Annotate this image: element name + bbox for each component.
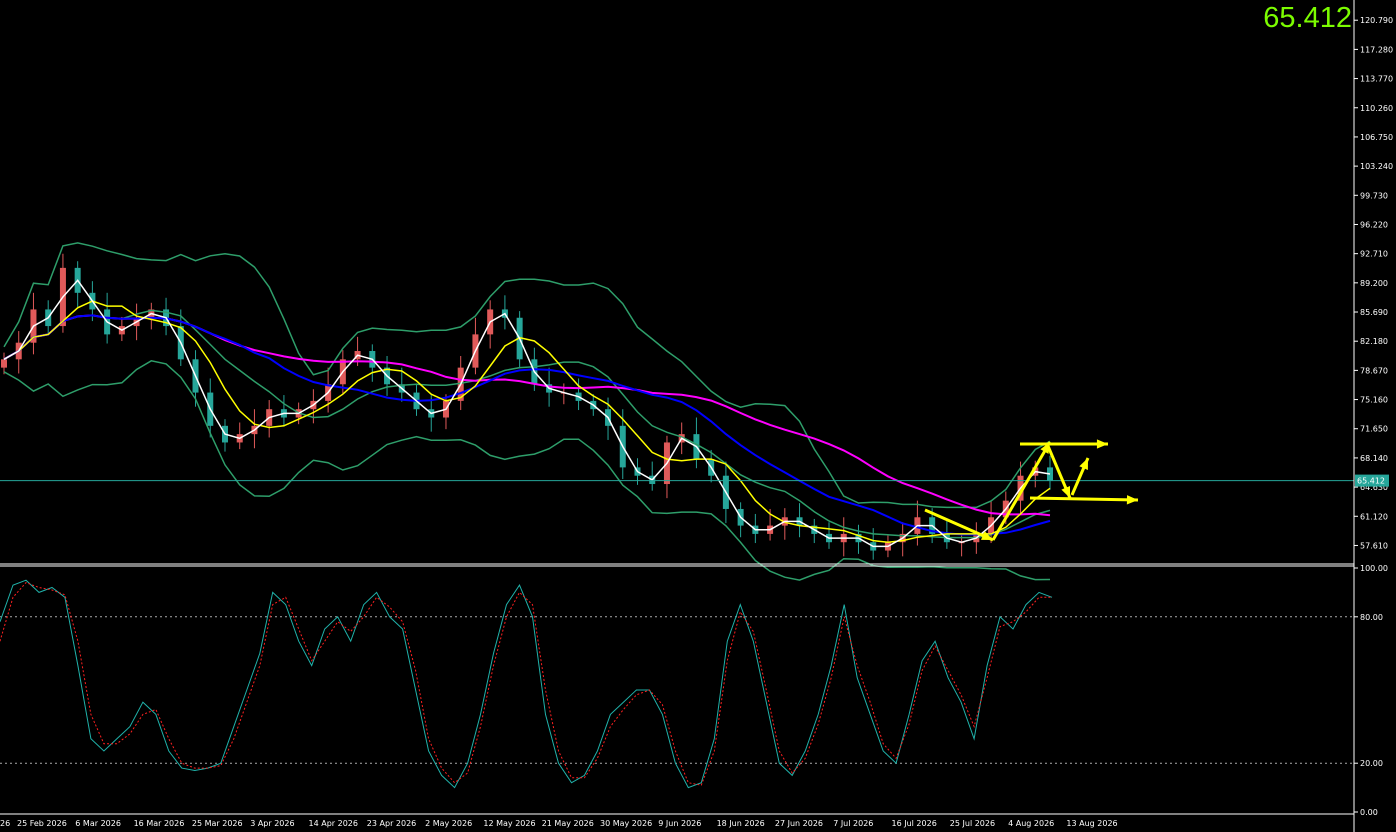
price-tick-label: 92.710 [1360, 250, 1388, 259]
stochastic-main [0, 579, 1053, 789]
date-label: 25 Jul 2026 [950, 819, 995, 828]
date-label: 23 Apr 2026 [367, 819, 416, 828]
bollinger-upper [3, 242, 1051, 509]
ma-blue [3, 314, 1051, 536]
price-tick-label: 71.650 [1360, 425, 1388, 434]
price-tag: 65.412 [1357, 477, 1385, 486]
current-price-display: 65.412 [1263, 2, 1352, 34]
arrow-upper-horizontal-head [1096, 439, 1108, 449]
date-label: 21 May 2026 [542, 819, 594, 828]
price-tick-label: 113.770 [1360, 75, 1393, 84]
date-label: 7 Jul 2026 [833, 819, 873, 828]
price-tick-label: 61.120 [1360, 512, 1388, 521]
price-tick-label: 120.790 [1360, 16, 1393, 25]
bollinger-lower [3, 360, 1051, 581]
date-label: 13 Aug 2026 [1066, 819, 1117, 828]
arrow-lower-horizontal-head [1126, 495, 1138, 505]
price-tick-label: 82.180 [1360, 337, 1388, 346]
date-label: 26 [0, 819, 10, 828]
ma-white [3, 279, 1051, 548]
date-label: 12 May 2026 [483, 819, 535, 828]
oscillator-panel [0, 579, 1354, 789]
price-tick-label: 75.160 [1360, 396, 1388, 405]
price-tick-label: 89.200 [1360, 279, 1388, 288]
price-tick-label: 103.240 [1360, 162, 1393, 171]
stochastic-signal [0, 582, 1052, 786]
price-panel [0, 242, 1354, 581]
price-tick-label: 117.280 [1360, 45, 1393, 54]
price-tick-label: 57.610 [1360, 541, 1388, 550]
osc-tick-label: 100.00 [1360, 564, 1388, 573]
date-label: 25 Mar 2026 [192, 819, 243, 828]
osc-tick-label: 20.00 [1360, 759, 1383, 768]
price-tick-label: 78.670 [1360, 366, 1388, 375]
price-tick-label: 110.260 [1360, 104, 1393, 113]
date-label: 2 May 2026 [425, 819, 472, 828]
date-label: 18 Jun 2026 [717, 819, 765, 828]
chart-svg: 120.790 117.280 113.770 110.260 106.750 103.2… [0, 0, 1393, 832]
date-label: 6 Mar 2026 [75, 819, 121, 828]
date-label: 4 Aug 2026 [1008, 819, 1054, 828]
date-label: 30 May 2026 [600, 819, 652, 828]
price-tick-label: 68.140 [1360, 454, 1388, 463]
candle-body [1, 359, 7, 368]
date-label: 27 Jun 2026 [775, 819, 823, 828]
price-tick-label: 99.730 [1360, 191, 1388, 200]
arrow-breakout [991, 441, 1052, 541]
price-tick-label: 106.750 [1360, 133, 1393, 142]
price-tick-label: 85.690 [1360, 308, 1388, 317]
osc-tick-label: 0.00 [1360, 808, 1378, 817]
date-label: 9 Jun 2026 [658, 819, 701, 828]
arrow-lower-horizontal [1029, 496, 1139, 502]
date-label: 25 Feb 2026 [17, 819, 67, 828]
ma-magenta [3, 314, 1051, 517]
date-label: 3 Apr 2026 [250, 819, 294, 828]
date-label: 16 Mar 2026 [134, 819, 185, 828]
price-tick-label: 96.220 [1360, 220, 1388, 229]
osc-tick-label: 80.00 [1360, 613, 1383, 622]
date-label: 16 Jul 2026 [892, 819, 937, 828]
ma-yellow [3, 300, 1051, 543]
date-label: 14 Apr 2026 [309, 819, 358, 828]
